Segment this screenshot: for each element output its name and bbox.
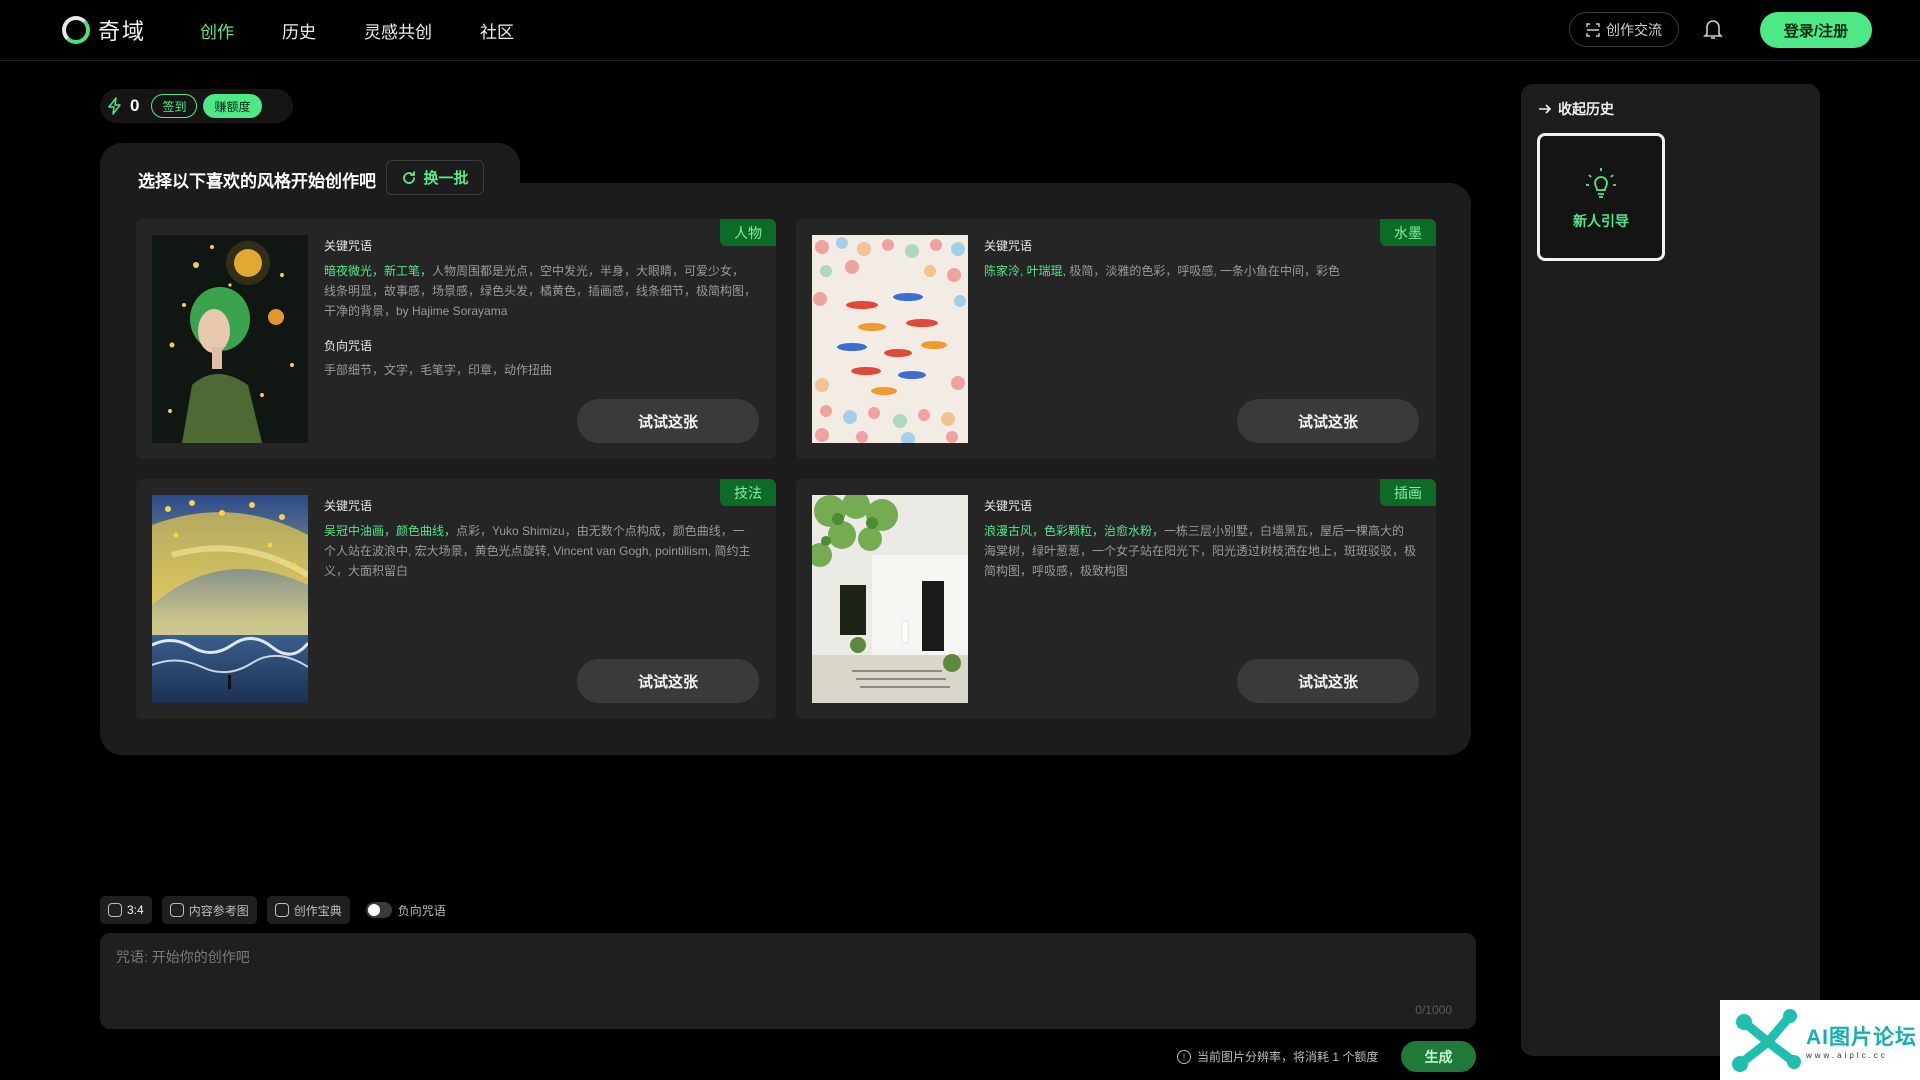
panel-title: 选择以下喜欢的风格开始创作吧: [138, 172, 376, 191]
style-card-illustration[interactable]: 插画 关键咒语 浪漫古风，色彩颗粒，治愈水粉，一栋三层小别墅，白墙黑瓦，屋后一棵…: [796, 479, 1436, 719]
earn-credits-button[interactable]: 赚额度: [203, 94, 262, 118]
keyword-highlight: 陈家泠, 叶瑞琨,: [984, 264, 1067, 278]
arrow-right-icon: [1539, 104, 1552, 114]
bag-icon: [274, 903, 289, 917]
negative-label: 负向咒语: [324, 339, 373, 353]
prompt-box: 0/1000: [100, 933, 1476, 1029]
collapse-history-button[interactable]: 收起历史: [1538, 99, 1614, 119]
exchange-button[interactable]: 创作交流: [1569, 12, 1679, 47]
card-image-villa: [812, 495, 968, 703]
logo-icon: [62, 16, 90, 44]
lightbulb-icon: [1586, 168, 1616, 198]
style-card-portrait[interactable]: 人物 关键咒语 暗夜微光，新工笔，人物周围都是光点，空中发光，半身，大眼睛，可爱…: [136, 219, 776, 459]
try-button[interactable]: 试试这张: [577, 659, 759, 703]
keyword-label: 关键咒语: [984, 239, 1033, 253]
cost-text: 当前图片分辨率，将消耗 1 个额度: [1197, 1050, 1379, 1064]
keyword-body: 极简，淡雅的色彩，呼吸感, 一条小鱼在中间，彩色: [1066, 264, 1341, 278]
plus-icon: [169, 903, 184, 917]
refresh-button[interactable]: 换一批: [386, 160, 484, 195]
watermark: AI图片论坛 www.aiplc.cc: [1720, 1000, 1920, 1080]
codex-button[interactable]: 创作宝典: [266, 896, 350, 924]
watermark-url: www.aiplc.cc: [1806, 1050, 1888, 1060]
generate-button[interactable]: 生成: [1401, 1041, 1476, 1072]
bell-icon[interactable]: [1702, 17, 1724, 41]
newbie-guide-card[interactable]: 新人引导: [1537, 133, 1665, 261]
ratio-icon: [108, 903, 122, 917]
login-button[interactable]: 登录/注册: [1760, 12, 1872, 48]
card-image-fish: [812, 235, 968, 443]
logo-text: 奇域: [98, 19, 147, 44]
keyword-text: 浪漫古风，色彩颗粒，治愈水粉，一栋三层小别墅，白墙黑瓦，屋后一棵高大的海棠树，绿…: [984, 521, 1416, 581]
checkin-button[interactable]: 签到: [151, 94, 198, 118]
card-tag: 插画: [1380, 479, 1436, 506]
keyword-label: 关键咒语: [324, 499, 373, 513]
negative-toggle-label: 负向咒语: [397, 903, 446, 918]
watermark-text: AI图片论坛 www.aiplc.cc: [1806, 1021, 1917, 1060]
nav-community[interactable]: 社区: [480, 18, 514, 43]
toggle-switch[interactable]: [365, 902, 392, 918]
nav-create[interactable]: 创作: [200, 18, 234, 43]
cost-note: ! 当前图片分辨率，将消耗 1 个额度: [1177, 1048, 1378, 1065]
refresh-icon: [403, 170, 416, 184]
keyword-label: 关键咒语: [324, 239, 373, 253]
try-button[interactable]: 试试这张: [577, 399, 759, 443]
info-icon: !: [1177, 1049, 1191, 1064]
main-nav: 创作 历史 灵感共创 社区: [200, 18, 514, 43]
card-image-girl: [152, 235, 308, 443]
watermark-title: AI图片论坛: [1806, 1025, 1917, 1049]
keyword-highlight: 吴冠中油画，颜色曲线，: [324, 524, 457, 538]
lightning-icon: [108, 97, 121, 115]
keyword-text: 陈家泠, 叶瑞琨, 极简，淡雅的色彩，呼吸感, 一条小鱼在中间，彩色: [984, 261, 1416, 281]
prompt-input[interactable]: [116, 947, 1416, 1007]
negative-text: 手部细节，文字，毛笔字，印章，动作扭曲: [324, 363, 553, 377]
scan-icon: [1586, 22, 1600, 37]
try-button[interactable]: 试试这张: [1237, 399, 1419, 443]
style-card-technique[interactable]: 技法 关键咒语 吴冠中油画，颜色曲线，点彩，Yuko Shimizu，由无数个点…: [136, 479, 776, 719]
credit-bar: 0 签到 赚额度: [100, 89, 293, 123]
keyword-highlight: 浪漫古风，色彩颗粒，治愈水粉，: [984, 524, 1165, 538]
top-bar: 奇域 创作 历史 灵感共创 社区 创作交流 登录/注册: [0, 0, 1920, 61]
keyword-highlight: 暗夜微光，新工笔，: [324, 264, 433, 278]
card-tag: 人物: [720, 219, 776, 246]
ratio-value: 3:4: [127, 903, 144, 917]
collapse-label: 收起历史: [1558, 101, 1614, 117]
guide-label: 新人引导: [1573, 213, 1629, 229]
negative-prompt-switch[interactable]: 负向咒语: [365, 902, 446, 919]
char-counter: 0/1000: [1415, 1003, 1452, 1017]
credit-count: 0: [130, 96, 140, 115]
exchange-label: 创作交流: [1606, 21, 1662, 38]
prompt-toolbar: 3:4 内容参考图 创作宝典 负向咒语: [100, 896, 446, 924]
keyword-label: 关键咒语: [984, 499, 1033, 513]
try-button[interactable]: 试试这张: [1237, 659, 1419, 703]
style-card-ink[interactable]: 水墨 关键咒语 陈家泠, 叶瑞琨, 极简，淡雅的色彩，呼吸感, 一条小鱼在中间，…: [796, 219, 1436, 459]
ratio-selector[interactable]: 3:4: [100, 896, 152, 924]
nav-inspiration[interactable]: 灵感共创: [364, 18, 432, 43]
keyword-text: 吴冠中油画，颜色曲线，点彩，Yuko Shimizu，由无数个点构成，颜色曲线，…: [324, 521, 756, 581]
card-tag: 技法: [720, 479, 776, 506]
card-tag: 水墨: [1380, 219, 1436, 246]
keyword-text: 暗夜微光，新工笔，人物周围都是光点，空中发光，半身，大眼睛，可爱少女，线条明显，…: [324, 261, 756, 321]
card-image-pointillism: [152, 495, 308, 703]
logo[interactable]: 奇域: [62, 14, 146, 46]
watermark-logo-icon: [1732, 1009, 1801, 1072]
reference-image-label: 内容参考图: [188, 903, 249, 918]
reference-image-button[interactable]: 内容参考图: [161, 896, 257, 924]
codex-label: 创作宝典: [293, 903, 342, 918]
refresh-label: 换一批: [423, 170, 469, 187]
nav-history[interactable]: 历史: [282, 18, 316, 43]
